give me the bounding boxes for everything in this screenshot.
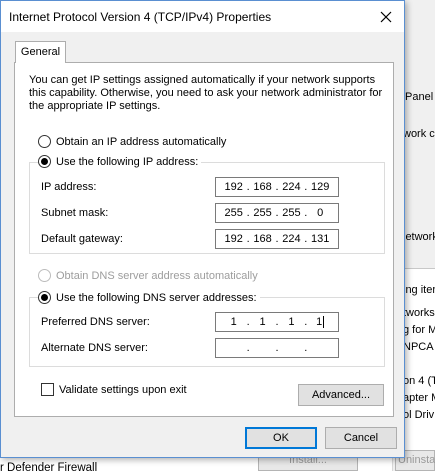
radio-label: Obtain DNS server address automatically: [56, 269, 258, 282]
bg-right-item: work c: [403, 128, 435, 140]
bg-right-item: on 4 (T: [403, 375, 435, 387]
bg-right-item: NPCA: [403, 341, 434, 353]
octet: 192: [224, 233, 243, 245]
octet: 224: [282, 181, 301, 193]
octet: 131: [311, 233, 330, 245]
octet: 192: [224, 181, 243, 193]
use-following-ip-radio[interactable]: Use the following IP address:: [38, 155, 202, 168]
use-following-dns-radio[interactable]: Use the following DNS server addresses:: [38, 291, 260, 304]
obtain-ip-auto-radio[interactable]: Obtain an IP address automatically: [38, 135, 230, 148]
bg-right-item: tworks: [403, 307, 435, 319]
bg-left-item: r Defender Firewall: [0, 462, 98, 474]
tab-general[interactable]: General: [15, 41, 66, 63]
octet: 0: [317, 207, 324, 219]
octet: 1: [316, 315, 323, 328]
advanced-button[interactable]: Advanced...: [298, 384, 384, 406]
octet: 1: [230, 316, 237, 328]
text-caret: [323, 316, 325, 329]
default-gateway-label: Default gateway:: [41, 233, 123, 245]
radio-circle: [38, 135, 51, 148]
octet: 168: [253, 233, 272, 245]
default-gateway-field[interactable]: 192. 168. 224. 131: [215, 229, 339, 249]
octet: 255: [224, 207, 243, 219]
bg-right-item: apter M: [403, 392, 435, 404]
ok-button[interactable]: OK: [245, 427, 317, 449]
title-bar: Internet Protocol Version 4 (TCP/IPv4) P…: [1, 1, 404, 32]
octet: 255: [282, 207, 301, 219]
ip-address-label: IP address:: [41, 181, 97, 193]
description-text: You can get IP settings assigned automat…: [29, 74, 383, 112]
cancel-button[interactable]: Cancel: [325, 427, 397, 449]
preferred-dns-label: Preferred DNS server:: [41, 316, 150, 328]
octet: 224: [282, 233, 301, 245]
subnet-mask-field[interactable]: 255. 255. 255. 0: [215, 203, 339, 223]
octet: 129: [311, 181, 330, 193]
obtain-dns-auto-radio[interactable]: Obtain DNS server address automatically: [38, 269, 261, 282]
close-icon: [380, 11, 392, 23]
radio-circle: [38, 269, 51, 282]
bg-right-item: ol Driv: [403, 409, 435, 421]
ipv4-properties-dialog: Internet Protocol Version 4 (TCP/IPv4) P…: [0, 0, 405, 458]
alternate-dns-label: Alternate DNS server:: [41, 342, 148, 354]
dialog-title: Internet Protocol Version 4 (TCP/IPv4) P…: [9, 10, 272, 24]
octet: 1: [259, 316, 266, 328]
radio-label: Obtain an IP address automatically: [56, 135, 227, 148]
radio-label: Use the following DNS server addresses:: [56, 291, 257, 304]
bg-right-item: Panel: [405, 91, 434, 103]
alternate-dns-field[interactable]: . . .: [215, 338, 339, 358]
radio-circle: [38, 155, 51, 168]
ip-address-field[interactable]: 192. 168. 224. 129: [215, 177, 339, 197]
subnet-mask-label: Subnet mask:: [41, 207, 109, 219]
checkbox-box: [41, 383, 54, 396]
octet: 1: [288, 316, 295, 328]
preferred-dns-field[interactable]: 1. 1. 1. 1: [215, 312, 339, 332]
validate-settings-checkbox[interactable]: Validate settings upon exit: [41, 383, 187, 396]
close-button[interactable]: [369, 2, 403, 32]
radio-circle: [38, 291, 51, 304]
radio-label: Use the following IP address:: [56, 155, 199, 168]
bg-right-item: letwork: [403, 231, 435, 243]
octet-with-caret: 1: [309, 315, 331, 329]
bg-right-item: g for M: [403, 324, 435, 336]
octet: 168: [253, 181, 272, 193]
bg-right-item: ing iter: [403, 284, 435, 296]
checkbox-label: Validate settings upon exit: [59, 383, 187, 396]
octet: 255: [253, 207, 272, 219]
